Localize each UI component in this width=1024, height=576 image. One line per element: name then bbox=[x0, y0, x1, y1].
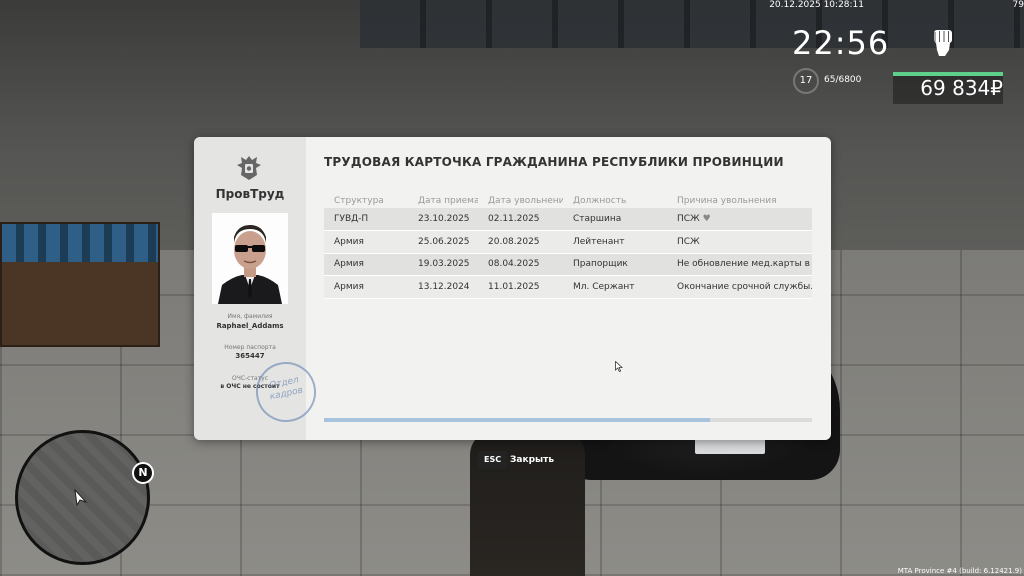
build-info: MTA Province #4 (build: 6.12421.9) bbox=[897, 567, 1022, 575]
money-balance: 69 834₽ bbox=[920, 76, 1003, 100]
system-datetime: 20.12.2025 10:28:11 bbox=[769, 0, 864, 10]
column-header-hire-date: Дата приема bbox=[418, 196, 478, 206]
cell-dismissal-date: 11.01.2025 bbox=[478, 275, 563, 299]
reason-text: ПСЖ bbox=[677, 214, 700, 224]
horizontal-scrollbar[interactable] bbox=[324, 418, 812, 422]
passport-label: Номер паспорта bbox=[224, 344, 276, 351]
cell-position: Мл. Сержант bbox=[563, 275, 667, 299]
cell-structure: Армия bbox=[324, 230, 408, 254]
column-header-structure: Структура bbox=[334, 196, 384, 206]
workbench bbox=[0, 222, 160, 347]
passport-number: 365447 bbox=[235, 352, 265, 360]
citizen-name: Raphael_Addams bbox=[216, 322, 284, 330]
column-header-dismissal-date: Дата увольнения bbox=[488, 196, 563, 206]
table-row: Армия 25.06.2025 20.08.2025 Лейтенант ПС… bbox=[324, 230, 812, 254]
scrollbar-thumb[interactable] bbox=[324, 418, 710, 422]
work-record-card: ПровТруд Имя, фамилия Raphael_Addams Ном… bbox=[194, 137, 831, 440]
column-header-reason: Причина увольнения bbox=[677, 196, 777, 206]
column-header-position: Должность bbox=[573, 196, 627, 206]
cell-position: Лейтенант bbox=[563, 230, 667, 254]
cell-structure: Армия bbox=[324, 275, 408, 299]
coat-of-arms-icon bbox=[237, 156, 261, 180]
cell-dismissal-date: 02.11.2025 bbox=[478, 208, 563, 231]
close-label[interactable]: Закрыть bbox=[510, 455, 554, 465]
cell-position: Старшина bbox=[563, 208, 667, 231]
cell-structure: ГУВД-П bbox=[324, 208, 408, 231]
cell-reason: ПСЖ bbox=[667, 230, 812, 254]
corner-counter: 79 bbox=[1012, 0, 1024, 10]
building-windows bbox=[360, 0, 1024, 48]
table-row: Армия 13.12.2024 11.01.2025 Мл. Сержант … bbox=[324, 275, 812, 299]
cell-hire-date: 19.03.2025 bbox=[408, 253, 478, 276]
cell-structure: Армия bbox=[324, 253, 408, 276]
player-arrow-icon bbox=[74, 488, 88, 506]
heart-icon: ♥ bbox=[702, 214, 711, 224]
name-label: Имя, фамилия bbox=[227, 313, 273, 320]
citizen-photo bbox=[212, 213, 288, 304]
cell-hire-date: 13.12.2024 bbox=[408, 275, 478, 299]
player-level: 17 bbox=[793, 68, 819, 94]
cell-hire-date: 23.10.2025 bbox=[408, 208, 478, 231]
table-header: Структура Дата приема Дата увольнения До… bbox=[324, 192, 812, 208]
cell-dismissal-date: 08.04.2025 bbox=[478, 253, 563, 276]
cell-reason: Окончание срочной службы. bbox=[667, 275, 812, 299]
mouse-cursor-icon bbox=[615, 361, 623, 372]
fist-icon bbox=[934, 30, 952, 56]
north-compass-icon: N bbox=[132, 462, 154, 484]
cell-position: Прапорщик bbox=[563, 253, 667, 276]
experience-counter: 65/6800 bbox=[824, 75, 862, 85]
employment-history-table: Структура Дата приема Дата увольнения До… bbox=[324, 192, 812, 299]
cell-hire-date: 25.06.2025 bbox=[408, 230, 478, 254]
cell-dismissal-date: 20.08.2025 bbox=[478, 230, 563, 254]
card-main: ТРУДОВАЯ КАРТОЧКА ГРАЖДАНИНА РЕСПУБЛИКИ … bbox=[306, 137, 831, 440]
game-time: 22:56 bbox=[792, 24, 890, 62]
card-title: ТРУДОВАЯ КАРТОЧКА ГРАЖДАНИНА РЕСПУБЛИКИ … bbox=[324, 155, 784, 169]
table-row: ГУВД-П 23.10.2025 02.11.2025 Старшина ПС… bbox=[324, 208, 812, 231]
cell-reason: Не обновление мед.карты в с bbox=[667, 253, 812, 276]
table-row: Армия 19.03.2025 08.04.2025 Прапорщик Не… bbox=[324, 253, 812, 276]
cell-reason: ПСЖ ♥ bbox=[667, 208, 812, 231]
card-sidebar: ПровТруд Имя, фамилия Raphael_Addams Ном… bbox=[194, 137, 322, 440]
esc-key-hint[interactable]: ESC bbox=[478, 451, 508, 469]
ministry-name: ПровТруд bbox=[215, 187, 285, 201]
